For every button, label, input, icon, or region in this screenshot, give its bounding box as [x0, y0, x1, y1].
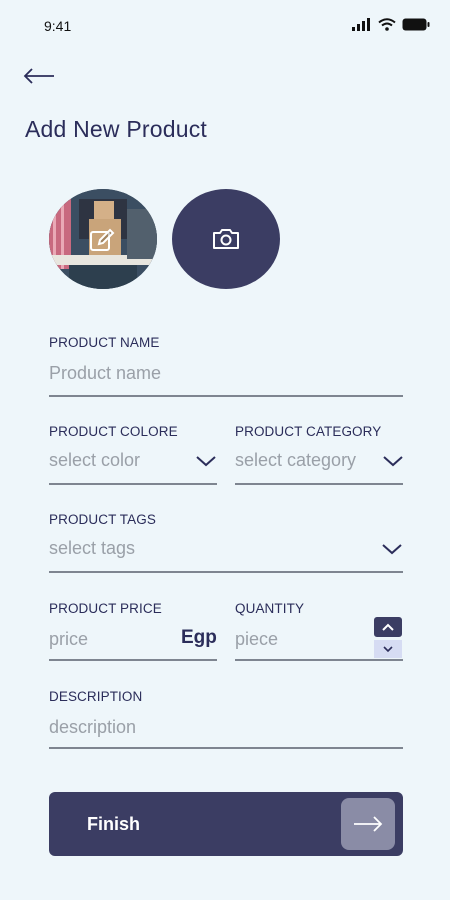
currency-label: Egp: [181, 627, 217, 648]
product-color-label: PRODUCT COLORE: [49, 424, 178, 439]
quantity-input[interactable]: [235, 626, 365, 652]
product-name-underline: [49, 395, 403, 397]
finish-arrow-box: [341, 798, 395, 850]
product-category-underline: [235, 483, 403, 485]
battery-icon: [402, 18, 430, 31]
chevron-down-icon[interactable]: [382, 454, 404, 468]
product-name-input[interactable]: [49, 360, 403, 386]
quantity-increment-button[interactable]: [374, 617, 402, 637]
chevron-down-icon[interactable]: [195, 454, 217, 468]
quantity-underline: [235, 659, 403, 661]
edit-photo-button[interactable]: [88, 226, 116, 254]
status-bar: 9:41: [0, 0, 450, 52]
chevron-up-icon: [382, 623, 394, 631]
product-category-label: PRODUCT CATEGORY: [235, 424, 382, 439]
product-tags-label: PRODUCT TAGS: [49, 512, 156, 527]
signal-icon: [352, 18, 370, 31]
product-tags-select[interactable]: select tags: [49, 538, 369, 564]
product-price-underline: [49, 659, 217, 661]
product-color-underline: [49, 483, 217, 485]
status-icons: [352, 18, 430, 31]
quantity-decrement-button[interactable]: [374, 640, 402, 658]
edit-icon: [90, 228, 115, 251]
description-label: DESCRIPTION: [49, 689, 143, 704]
product-tags-underline: [49, 571, 403, 573]
finish-button[interactable]: Finish: [49, 792, 403, 856]
add-photo-button[interactable]: [172, 189, 280, 289]
product-price-label: PRODUCT PRICE: [49, 601, 162, 616]
description-underline: [49, 747, 403, 749]
camera-icon: [213, 229, 239, 249]
status-time: 9:41: [44, 18, 72, 34]
arrow-left-icon: [23, 68, 54, 84]
quantity-label: QUANTITY: [235, 601, 305, 616]
product-category-select[interactable]: select category: [235, 450, 380, 476]
chevron-down-icon[interactable]: [381, 542, 403, 556]
product-photo-thumbnail[interactable]: [49, 189, 157, 289]
chevron-down-icon: [383, 646, 393, 653]
finish-button-label: Finish: [87, 814, 140, 834]
back-button[interactable]: [22, 62, 56, 90]
page-title: Add New Product: [25, 116, 207, 142]
product-color-select[interactable]: select color: [49, 450, 189, 476]
arrow-right-icon: [354, 816, 383, 832]
wifi-icon: [378, 18, 396, 31]
description-input[interactable]: [49, 714, 403, 740]
product-name-label: PRODUCT NAME: [49, 335, 160, 350]
product-price-input[interactable]: [49, 626, 174, 652]
